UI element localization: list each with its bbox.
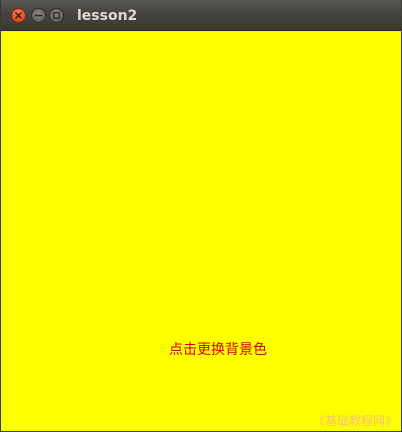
minimize-button[interactable]: [31, 8, 46, 23]
watermark-text: 《基础教程网》: [312, 414, 397, 428]
window-title: lesson2: [77, 8, 138, 24]
maximize-button[interactable]: [49, 8, 64, 23]
minimize-icon: [34, 14, 43, 17]
maximize-icon: [53, 12, 60, 19]
close-icon: [15, 12, 22, 19]
title-bar[interactable]: lesson2: [1, 0, 401, 31]
change-background-label[interactable]: 点击更换背景色: [169, 341, 267, 359]
app-window: lesson2 点击更换背景色 《基础教程网》: [0, 0, 402, 432]
content-area[interactable]: 点击更换背景色: [1, 31, 401, 431]
close-button[interactable]: [11, 8, 26, 23]
